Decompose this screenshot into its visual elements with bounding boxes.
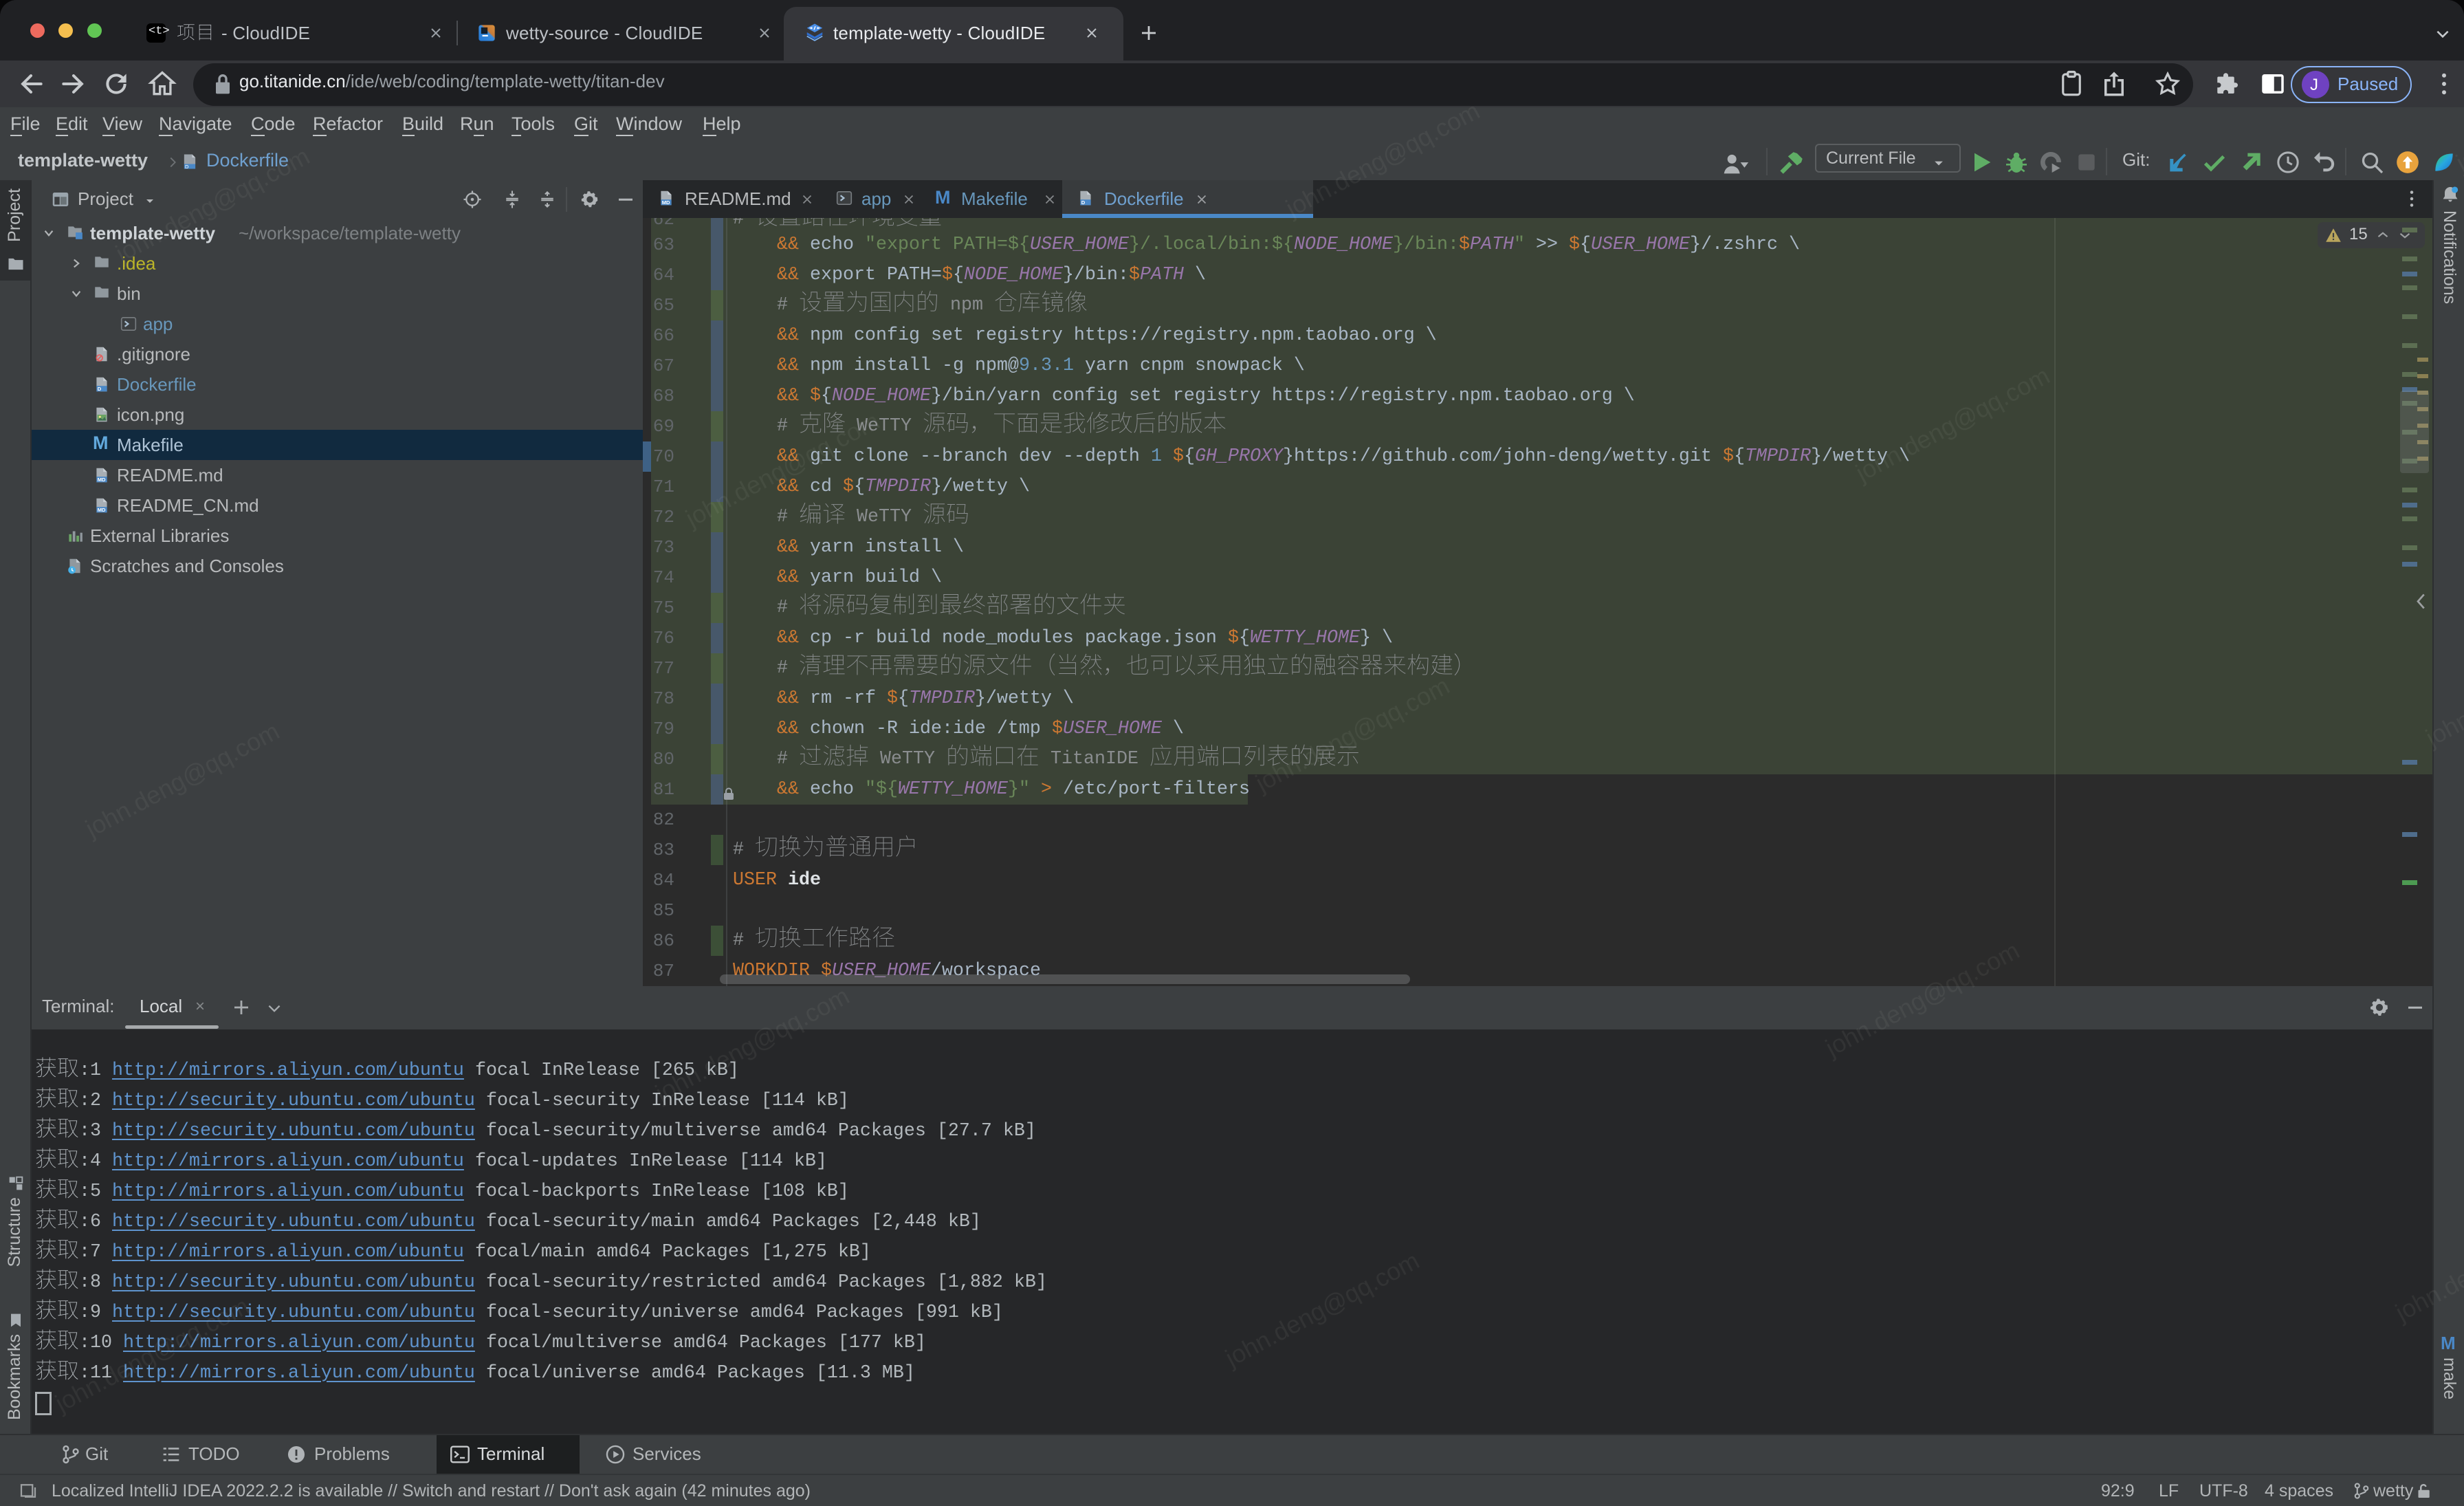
svg-text:D: D [1081,199,1086,206]
svg-text:D: D [185,164,189,170]
svg-text:MD: MD [662,199,670,206]
